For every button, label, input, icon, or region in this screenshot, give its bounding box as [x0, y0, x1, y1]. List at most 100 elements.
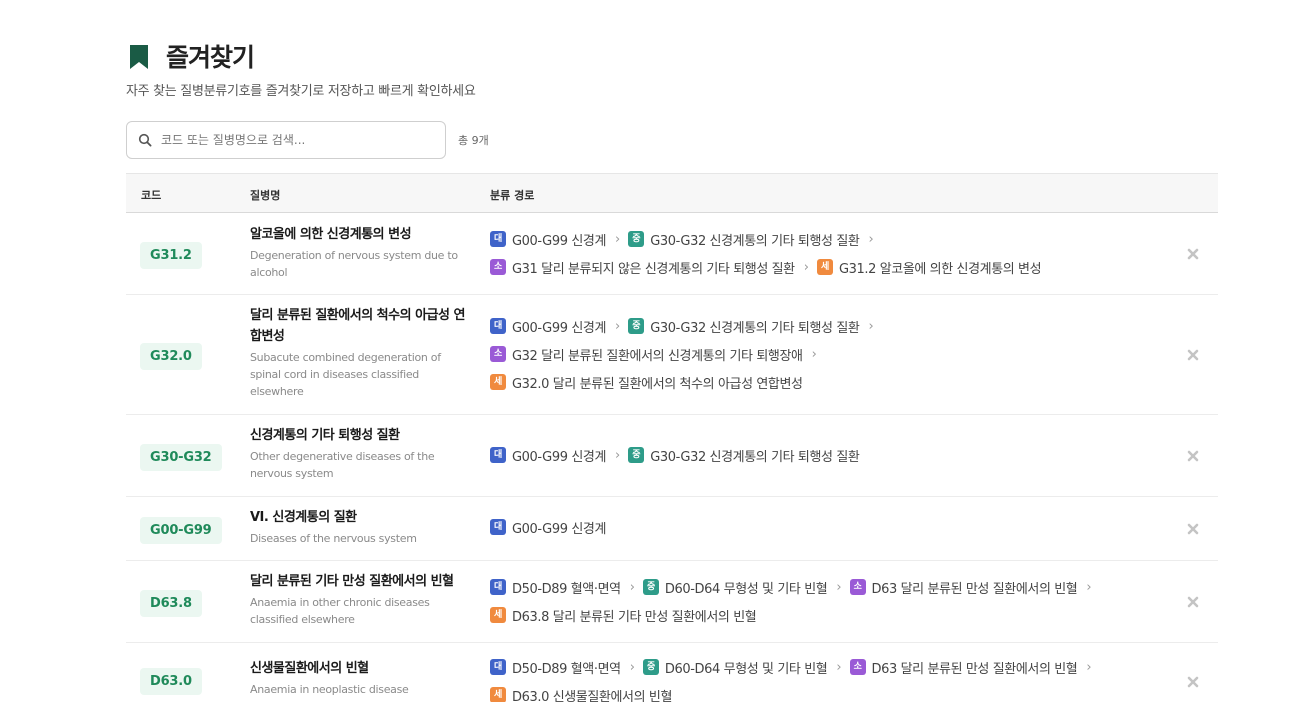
disease-name-cell: 신생물질환에서의 빈혈 Anaemia in neoplastic disease	[250, 658, 465, 698]
disease-name-cell: 알코올에 의한 신경계통의 변성 Degeneration of nervous …	[250, 224, 465, 281]
level-badge-dae: 대	[490, 579, 506, 595]
disease-name-en: Diseases of the nervous system	[250, 532, 417, 545]
table-row[interactable]: G00-G99 VI. 신경계통의 질환 Diseases of the nervo…	[126, 497, 1218, 561]
breadcrumb-se[interactable]: 세 G32.0 달리 분류된 질환에서의 척수의 아급성 연합변성	[490, 373, 803, 392]
remove-favorite-icon[interactable]	[1186, 595, 1200, 609]
table-header: 코드 질병명 분류 경로	[126, 173, 1218, 213]
remove-favorite-icon[interactable]	[1186, 449, 1200, 463]
level-badge-jung: 중	[642, 659, 659, 675]
code-badge[interactable]: D63.8	[140, 590, 202, 617]
breadcrumb-se[interactable]: 세 D63.8 달리 분류된 기타 만성 질환에서의 빈혈	[490, 606, 757, 625]
remove-favorite-icon[interactable]	[1186, 522, 1200, 536]
breadcrumb-jung[interactable]: 중 D60-D64 무형성 및 기타 빈혈	[642, 578, 828, 597]
breadcrumb-label: G00-G99 신경계	[512, 521, 607, 537]
code-badge[interactable]: G00-G99	[140, 517, 222, 544]
breadcrumb-dae[interactable]: 대 G00-G99 신경계	[490, 317, 606, 336]
chevron-right-icon: ›	[836, 659, 842, 675]
table-row[interactable]: D63.0 신생물질환에서의 빈혈 Anaemia in neoplastic di…	[126, 643, 1218, 702]
level-badge-se: 세	[490, 374, 506, 390]
breadcrumb-label: G00-G99 신경계	[512, 320, 607, 336]
disease-name-cell: VI. 신경계통의 질환 Diseases of the nervous syst…	[250, 507, 465, 547]
chevron-right-icon: ›	[615, 231, 621, 247]
breadcrumb-so[interactable]: 소 G32 달리 분류된 질환에서의 신경계통의 기타 퇴행장애	[490, 345, 803, 364]
code-badge[interactable]: G32.0	[140, 343, 202, 370]
search-box[interactable]	[126, 121, 446, 159]
table-row[interactable]: D63.8 달리 분류된 기타 만성 질환에서의 빈혈 Anaemia in oth…	[126, 561, 1218, 643]
path-line: 대 G00-G99 신경계 › 중 G30-G32 신경계통의 기타 퇴행성 질환	[490, 441, 1170, 469]
disease-name-en: Subacute combined degeneration of spinal…	[250, 351, 441, 398]
breadcrumb-so[interactable]: 소 D63 달리 분류된 만성 질환에서의 빈혈	[849, 578, 1078, 597]
disease-name-ko[interactable]: VI. 신경계통의 질환	[250, 507, 465, 528]
chevron-right-icon: ›	[615, 318, 621, 334]
path-line: 대 G00-G99 신경계 › 중 G30-G32 신경계통의 기타 퇴행성 질환 ›	[490, 225, 1170, 253]
path-line: 세 D63.0 신생물질환에서의 빈혈	[490, 681, 1170, 702]
classification-path: 대 G00-G99 신경계	[490, 513, 1170, 541]
table-row[interactable]: G30-G32 신경계통의 기타 퇴행성 질환 Other degenerative…	[126, 415, 1218, 497]
breadcrumb-jung[interactable]: 중 G30-G32 신경계통의 기타 퇴행성 질환	[628, 230, 860, 249]
breadcrumb-label: D63.8 달리 분류된 기타 만성 질환에서의 빈혈	[512, 609, 757, 625]
table-row[interactable]: G31.2 알코올에 의한 신경계통의 변성 Degeneration of ner…	[126, 213, 1218, 295]
breadcrumb-so[interactable]: 소 D63 달리 분류된 만성 질환에서의 빈혈	[849, 658, 1078, 677]
level-badge-dae: 대	[490, 231, 506, 247]
page-header: 즐겨찾기	[128, 38, 255, 74]
chevron-right-icon: ›	[803, 259, 809, 275]
breadcrumb-dae[interactable]: 대 D50-D89 혈액·면역	[490, 658, 621, 677]
chevron-right-icon: ›	[836, 579, 842, 595]
breadcrumb-jung[interactable]: 중 G30-G32 신경계통의 기타 퇴행성 질환	[628, 446, 860, 465]
column-header-code: 코드	[141, 189, 162, 202]
breadcrumb-label: D50-D89 혈액·면역	[512, 661, 621, 677]
breadcrumb-label: G30-G32 신경계통의 기타 퇴행성 질환	[650, 449, 860, 465]
page-title: 즐겨찾기	[166, 43, 255, 72]
remove-favorite-icon[interactable]	[1186, 675, 1200, 689]
breadcrumb-label: G30-G32 신경계통의 기타 퇴행성 질환	[650, 320, 860, 336]
chevron-right-icon: ›	[629, 579, 635, 595]
chevron-right-icon: ›	[615, 447, 621, 463]
disease-name-cell: 신경계통의 기타 퇴행성 질환 Other degenerative diseas…	[250, 425, 465, 482]
code-badge[interactable]: D63.0	[140, 668, 202, 695]
chevron-right-icon: ›	[811, 346, 817, 362]
disease-name-en: Other degenerative diseases of the nervo…	[250, 450, 435, 480]
path-line: 세 G32.0 달리 분류된 질환에서의 척수의 아급성 연합변성	[490, 368, 1170, 396]
code-badge[interactable]: G30-G32	[140, 444, 222, 471]
level-badge-jung: 중	[628, 231, 645, 247]
breadcrumb-dae[interactable]: 대 G00-G99 신경계	[490, 230, 606, 249]
path-line: 세 D63.8 달리 분류된 기타 만성 질환에서의 빈혈	[490, 601, 1170, 629]
level-badge-so: 소	[490, 259, 506, 275]
disease-name-en: Degeneration of nervous system due to al…	[250, 249, 458, 279]
search-input[interactable]	[161, 133, 431, 147]
disease-name-ko[interactable]: 신경계통의 기타 퇴행성 질환	[250, 425, 465, 446]
breadcrumb-dae[interactable]: 대 G00-G99 신경계	[490, 446, 606, 465]
breadcrumb-jung[interactable]: 중 D60-D64 무형성 및 기타 빈혈	[642, 658, 828, 677]
breadcrumb-se[interactable]: 세 D63.0 신생물질환에서의 빈혈	[490, 686, 672, 702]
path-line: 대 G00-G99 신경계 › 중 G30-G32 신경계통의 기타 퇴행성 질환 ›	[490, 312, 1170, 340]
level-badge-jung: 중	[642, 579, 659, 595]
breadcrumb-label: G31.2 알코올에 의한 신경계통의 변성	[838, 261, 1042, 277]
remove-favorite-icon[interactable]	[1186, 348, 1200, 362]
disease-name-ko[interactable]: 달리 분류된 질환에서의 척수의 아급성 연합변성	[250, 305, 465, 347]
classification-path: 대 D50-D89 혈액·면역 › 중 D60-D64 무형성 및 기타 빈혈 › 소 D63…	[490, 653, 1170, 702]
disease-name-ko[interactable]: 달리 분류된 기타 만성 질환에서의 빈혈	[250, 571, 465, 592]
total-count: 총 9개	[458, 134, 489, 147]
disease-name-ko[interactable]: 알코올에 의한 신경계통의 변성	[250, 224, 465, 245]
breadcrumb-label: G30-G32 신경계통의 기타 퇴행성 질환	[650, 233, 860, 249]
level-badge-se: 세	[816, 259, 833, 275]
code-badge[interactable]: G31.2	[140, 242, 202, 269]
chevron-right-icon: ›	[868, 231, 874, 247]
disease-name-en: Anaemia in neoplastic disease	[250, 683, 409, 696]
breadcrumb-label: G32 달리 분류된 질환에서의 신경계통의 기타 퇴행장애	[512, 348, 803, 364]
disease-name-ko[interactable]: 신생물질환에서의 빈혈	[250, 658, 465, 679]
path-line: 소 G32 달리 분류된 질환에서의 신경계통의 기타 퇴행장애 ›	[490, 340, 1170, 368]
remove-favorite-icon[interactable]	[1186, 247, 1200, 261]
table-row[interactable]: G32.0 달리 분류된 질환에서의 척수의 아급성 연합변성 Subacute c…	[126, 295, 1218, 415]
breadcrumb-jung[interactable]: 중 G30-G32 신경계통의 기타 퇴행성 질환	[628, 317, 860, 336]
chevron-right-icon: ›	[1086, 659, 1092, 675]
page-subtitle: 자주 찾는 질병분류기호를 즐겨찾기로 저장하고 빠르게 확인하세요	[126, 84, 476, 99]
classification-path: 대 G00-G99 신경계 › 중 G30-G32 신경계통의 기타 퇴행성 질환 › 소 G…	[490, 312, 1170, 396]
breadcrumb-se[interactable]: 세 G31.2 알코올에 의한 신경계통의 변성	[816, 258, 1042, 277]
column-header-name: 질병명	[250, 189, 281, 202]
breadcrumb-dae[interactable]: 대 G00-G99 신경계	[490, 518, 606, 537]
breadcrumb-label: D60-D64 무형성 및 기타 빈혈	[664, 581, 828, 597]
breadcrumb-dae[interactable]: 대 D50-D89 혈액·면역	[490, 578, 621, 597]
breadcrumb-so[interactable]: 소 G31 달리 분류되지 않은 신경계통의 기타 퇴행성 질환	[490, 258, 795, 277]
disease-name-cell: 달리 분류된 질환에서의 척수의 아급성 연합변성 Subacute combin…	[250, 305, 465, 400]
